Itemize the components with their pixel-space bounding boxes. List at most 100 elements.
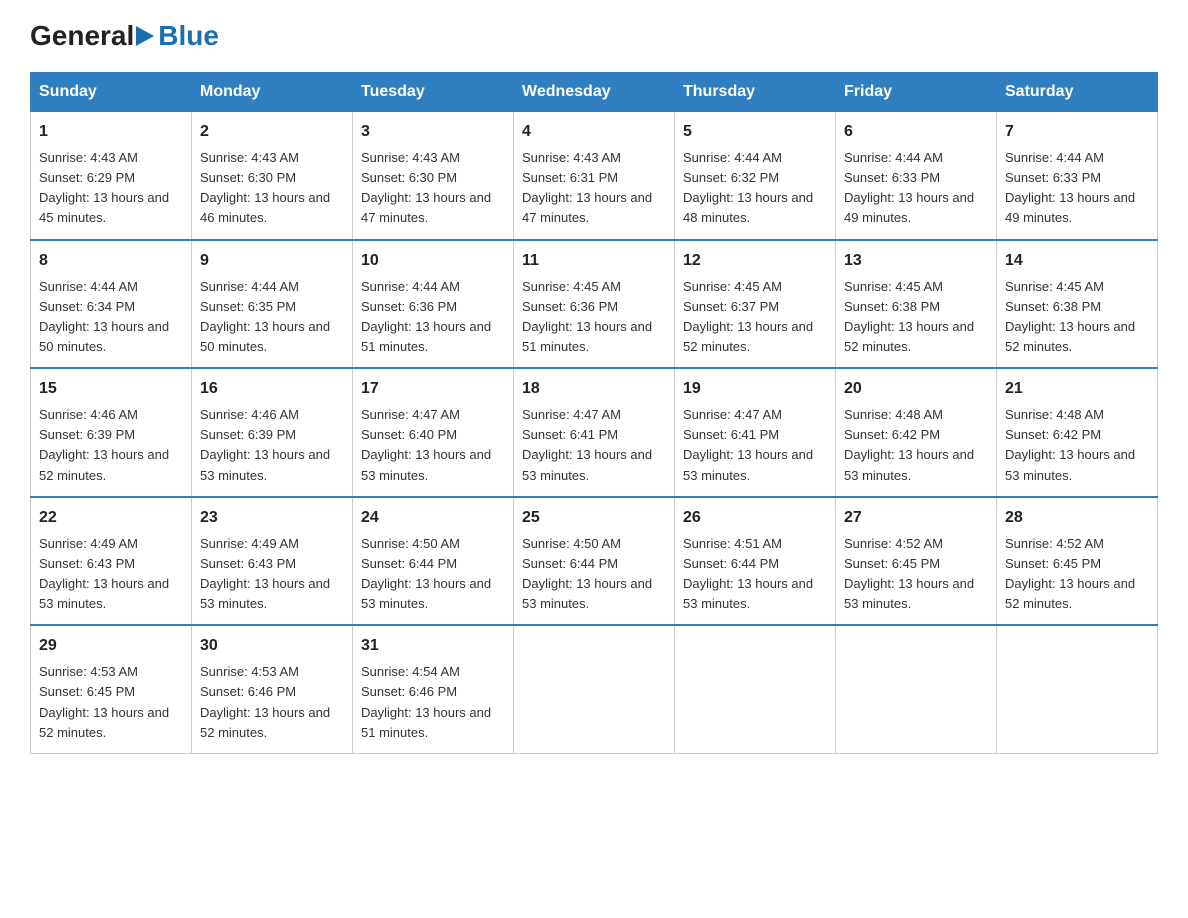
header-cell-sunday: Sunday bbox=[31, 73, 192, 112]
day-info: Sunrise: 4:47 AMSunset: 6:41 PMDaylight:… bbox=[683, 405, 827, 486]
day-cell: 1 Sunrise: 4:43 AMSunset: 6:29 PMDayligh… bbox=[31, 112, 192, 240]
day-info: Sunrise: 4:43 AMSunset: 6:30 PMDaylight:… bbox=[200, 148, 344, 229]
day-number: 20 bbox=[844, 377, 988, 401]
calendar-header: SundayMondayTuesdayWednesdayThursdayFrid… bbox=[31, 73, 1158, 112]
day-number: 2 bbox=[200, 120, 344, 144]
day-cell: 19 Sunrise: 4:47 AMSunset: 6:41 PMDaylig… bbox=[675, 368, 836, 497]
calendar-table: SundayMondayTuesdayWednesdayThursdayFrid… bbox=[30, 72, 1158, 754]
day-number: 17 bbox=[361, 377, 505, 401]
day-cell: 14 Sunrise: 4:45 AMSunset: 6:38 PMDaylig… bbox=[997, 240, 1158, 369]
day-cell: 27 Sunrise: 4:52 AMSunset: 6:45 PMDaylig… bbox=[836, 497, 997, 626]
day-cell bbox=[836, 625, 997, 753]
day-cell: 16 Sunrise: 4:46 AMSunset: 6:39 PMDaylig… bbox=[192, 368, 353, 497]
week-row-2: 8 Sunrise: 4:44 AMSunset: 6:34 PMDayligh… bbox=[31, 240, 1158, 369]
day-number: 13 bbox=[844, 249, 988, 273]
week-row-5: 29 Sunrise: 4:53 AMSunset: 6:45 PMDaylig… bbox=[31, 625, 1158, 753]
header-cell-saturday: Saturday bbox=[997, 73, 1158, 112]
day-info: Sunrise: 4:43 AMSunset: 6:29 PMDaylight:… bbox=[39, 148, 183, 229]
day-number: 27 bbox=[844, 506, 988, 530]
day-cell: 11 Sunrise: 4:45 AMSunset: 6:36 PMDaylig… bbox=[514, 240, 675, 369]
header-row: SundayMondayTuesdayWednesdayThursdayFrid… bbox=[31, 73, 1158, 112]
day-info: Sunrise: 4:44 AMSunset: 6:33 PMDaylight:… bbox=[844, 148, 988, 229]
day-info: Sunrise: 4:46 AMSunset: 6:39 PMDaylight:… bbox=[200, 405, 344, 486]
header-cell-tuesday: Tuesday bbox=[353, 73, 514, 112]
logo: General Blue bbox=[30, 20, 219, 52]
header-cell-friday: Friday bbox=[836, 73, 997, 112]
day-cell: 13 Sunrise: 4:45 AMSunset: 6:38 PMDaylig… bbox=[836, 240, 997, 369]
day-number: 6 bbox=[844, 120, 988, 144]
day-number: 28 bbox=[1005, 506, 1149, 530]
day-cell: 6 Sunrise: 4:44 AMSunset: 6:33 PMDayligh… bbox=[836, 112, 997, 240]
day-info: Sunrise: 4:49 AMSunset: 6:43 PMDaylight:… bbox=[200, 534, 344, 615]
day-info: Sunrise: 4:44 AMSunset: 6:33 PMDaylight:… bbox=[1005, 148, 1149, 229]
day-number: 26 bbox=[683, 506, 827, 530]
page-header: General Blue bbox=[30, 20, 1158, 52]
logo-text: General Blue bbox=[30, 20, 219, 52]
day-number: 18 bbox=[522, 377, 666, 401]
day-info: Sunrise: 4:48 AMSunset: 6:42 PMDaylight:… bbox=[1005, 405, 1149, 486]
day-info: Sunrise: 4:47 AMSunset: 6:41 PMDaylight:… bbox=[522, 405, 666, 486]
day-cell: 31 Sunrise: 4:54 AMSunset: 6:46 PMDaylig… bbox=[353, 625, 514, 753]
day-number: 4 bbox=[522, 120, 666, 144]
day-number: 5 bbox=[683, 120, 827, 144]
header-cell-thursday: Thursday bbox=[675, 73, 836, 112]
day-number: 30 bbox=[200, 634, 344, 658]
day-number: 25 bbox=[522, 506, 666, 530]
day-cell: 23 Sunrise: 4:49 AMSunset: 6:43 PMDaylig… bbox=[192, 497, 353, 626]
day-number: 24 bbox=[361, 506, 505, 530]
logo-general: General bbox=[30, 20, 134, 52]
week-row-4: 22 Sunrise: 4:49 AMSunset: 6:43 PMDaylig… bbox=[31, 497, 1158, 626]
day-number: 14 bbox=[1005, 249, 1149, 273]
day-info: Sunrise: 4:45 AMSunset: 6:38 PMDaylight:… bbox=[844, 277, 988, 358]
day-info: Sunrise: 4:50 AMSunset: 6:44 PMDaylight:… bbox=[522, 534, 666, 615]
day-cell: 12 Sunrise: 4:45 AMSunset: 6:37 PMDaylig… bbox=[675, 240, 836, 369]
day-info: Sunrise: 4:54 AMSunset: 6:46 PMDaylight:… bbox=[361, 662, 505, 743]
day-cell: 25 Sunrise: 4:50 AMSunset: 6:44 PMDaylig… bbox=[514, 497, 675, 626]
day-number: 11 bbox=[522, 249, 666, 273]
day-cell bbox=[675, 625, 836, 753]
week-row-3: 15 Sunrise: 4:46 AMSunset: 6:39 PMDaylig… bbox=[31, 368, 1158, 497]
day-number: 3 bbox=[361, 120, 505, 144]
day-number: 9 bbox=[200, 249, 344, 273]
day-cell: 21 Sunrise: 4:48 AMSunset: 6:42 PMDaylig… bbox=[997, 368, 1158, 497]
day-info: Sunrise: 4:45 AMSunset: 6:37 PMDaylight:… bbox=[683, 277, 827, 358]
day-number: 23 bbox=[200, 506, 344, 530]
calendar-body: 1 Sunrise: 4:43 AMSunset: 6:29 PMDayligh… bbox=[31, 112, 1158, 754]
day-cell bbox=[514, 625, 675, 753]
day-cell: 4 Sunrise: 4:43 AMSunset: 6:31 PMDayligh… bbox=[514, 112, 675, 240]
day-info: Sunrise: 4:45 AMSunset: 6:38 PMDaylight:… bbox=[1005, 277, 1149, 358]
day-info: Sunrise: 4:43 AMSunset: 6:31 PMDaylight:… bbox=[522, 148, 666, 229]
day-cell bbox=[997, 625, 1158, 753]
header-cell-monday: Monday bbox=[192, 73, 353, 112]
day-cell: 8 Sunrise: 4:44 AMSunset: 6:34 PMDayligh… bbox=[31, 240, 192, 369]
day-info: Sunrise: 4:46 AMSunset: 6:39 PMDaylight:… bbox=[39, 405, 183, 486]
day-number: 12 bbox=[683, 249, 827, 273]
day-cell: 30 Sunrise: 4:53 AMSunset: 6:46 PMDaylig… bbox=[192, 625, 353, 753]
logo-arrow-icon bbox=[136, 22, 156, 50]
day-info: Sunrise: 4:52 AMSunset: 6:45 PMDaylight:… bbox=[844, 534, 988, 615]
day-cell: 24 Sunrise: 4:50 AMSunset: 6:44 PMDaylig… bbox=[353, 497, 514, 626]
day-cell: 2 Sunrise: 4:43 AMSunset: 6:30 PMDayligh… bbox=[192, 112, 353, 240]
day-cell: 9 Sunrise: 4:44 AMSunset: 6:35 PMDayligh… bbox=[192, 240, 353, 369]
day-cell: 7 Sunrise: 4:44 AMSunset: 6:33 PMDayligh… bbox=[997, 112, 1158, 240]
header-cell-wednesday: Wednesday bbox=[514, 73, 675, 112]
day-cell: 5 Sunrise: 4:44 AMSunset: 6:32 PMDayligh… bbox=[675, 112, 836, 240]
logo-blue-word: Blue bbox=[158, 20, 219, 52]
day-number: 8 bbox=[39, 249, 183, 273]
day-number: 7 bbox=[1005, 120, 1149, 144]
day-cell: 15 Sunrise: 4:46 AMSunset: 6:39 PMDaylig… bbox=[31, 368, 192, 497]
day-number: 22 bbox=[39, 506, 183, 530]
day-info: Sunrise: 4:44 AMSunset: 6:36 PMDaylight:… bbox=[361, 277, 505, 358]
day-number: 10 bbox=[361, 249, 505, 273]
day-cell: 18 Sunrise: 4:47 AMSunset: 6:41 PMDaylig… bbox=[514, 368, 675, 497]
day-number: 19 bbox=[683, 377, 827, 401]
day-cell: 28 Sunrise: 4:52 AMSunset: 6:45 PMDaylig… bbox=[997, 497, 1158, 626]
day-info: Sunrise: 4:53 AMSunset: 6:46 PMDaylight:… bbox=[200, 662, 344, 743]
day-cell: 3 Sunrise: 4:43 AMSunset: 6:30 PMDayligh… bbox=[353, 112, 514, 240]
day-number: 1 bbox=[39, 120, 183, 144]
day-info: Sunrise: 4:47 AMSunset: 6:40 PMDaylight:… bbox=[361, 405, 505, 486]
day-info: Sunrise: 4:43 AMSunset: 6:30 PMDaylight:… bbox=[361, 148, 505, 229]
day-number: 16 bbox=[200, 377, 344, 401]
day-info: Sunrise: 4:52 AMSunset: 6:45 PMDaylight:… bbox=[1005, 534, 1149, 615]
day-info: Sunrise: 4:50 AMSunset: 6:44 PMDaylight:… bbox=[361, 534, 505, 615]
